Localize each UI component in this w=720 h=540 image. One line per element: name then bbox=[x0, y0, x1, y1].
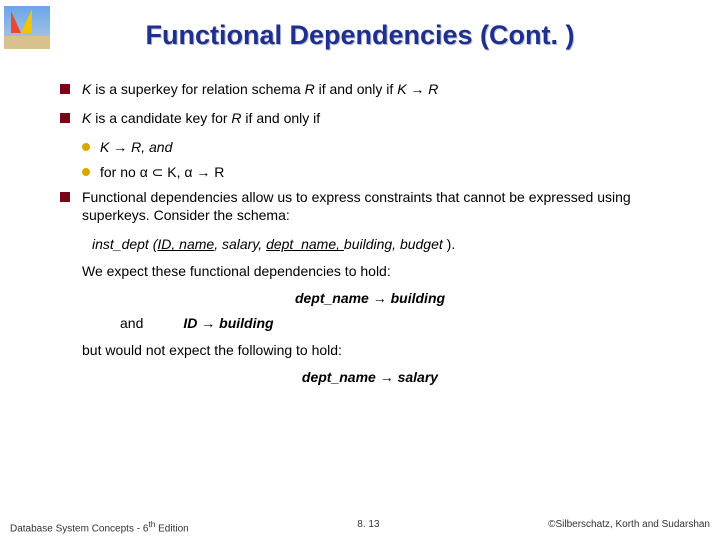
slide-title: Functional Dependencies (Cont. ) bbox=[0, 20, 720, 51]
slide-body: K is a superkey for relation schema R if… bbox=[60, 80, 680, 393]
text: Database System Concepts - 6 bbox=[10, 523, 148, 534]
text: ID, name bbox=[157, 236, 214, 252]
fd-deptname-salary: dept_name → salary bbox=[60, 368, 680, 387]
bullet-candidate-key: K is a candidate key for R if and only i… bbox=[60, 109, 680, 128]
footer-left: Database System Concepts - 6th Edition bbox=[10, 519, 189, 534]
text: , bbox=[258, 236, 266, 252]
text: building bbox=[344, 236, 392, 252]
bullet-superkey: K is a superkey for relation schema R if… bbox=[60, 80, 680, 99]
text: budget bbox=[400, 236, 443, 252]
bullet-fd-intro: Functional dependencies allow us to expr… bbox=[60, 188, 680, 226]
text: R bbox=[305, 81, 315, 97]
text: if and only if bbox=[315, 81, 398, 97]
butnot-line: but would not expect the following to ho… bbox=[60, 341, 680, 360]
footer-right: ©Silberschatz, Korth and Sudarshan bbox=[548, 519, 710, 534]
fd-id-building-row: and ID → building bbox=[60, 314, 680, 333]
fd-deptname-building: dept_name → building bbox=[60, 289, 680, 308]
fd-id-building: ID → building bbox=[183, 314, 273, 333]
text: is a candidate key for bbox=[91, 110, 231, 126]
text: R bbox=[231, 110, 241, 126]
expect-line: We expect these functional dependencies … bbox=[60, 262, 680, 281]
footer-center: 8. 13 bbox=[357, 519, 379, 534]
text: ). bbox=[443, 236, 455, 252]
text: inst_dept ( bbox=[92, 236, 157, 252]
text: if and only if bbox=[242, 110, 321, 126]
text: , bbox=[214, 236, 222, 252]
text: K → R bbox=[397, 81, 438, 97]
text: dept_name, bbox=[266, 236, 344, 252]
text: , bbox=[392, 236, 400, 252]
slide-footer: Database System Concepts - 6th Edition 8… bbox=[0, 519, 720, 534]
text: is a superkey for relation schema bbox=[91, 81, 304, 97]
text: K bbox=[82, 81, 91, 97]
slide: Functional Dependencies (Cont. ) K is a … bbox=[0, 0, 720, 540]
and-label: and bbox=[120, 314, 143, 333]
text: Edition bbox=[155, 523, 188, 534]
subbullet-alpha: for no α ⊂ K, α → R bbox=[60, 163, 680, 182]
schema-line: inst_dept (ID, name, salary, dept_name, … bbox=[60, 235, 680, 254]
text: salary bbox=[222, 236, 258, 252]
text: K bbox=[82, 110, 91, 126]
subbullet-fd: K → R, and bbox=[60, 138, 680, 157]
